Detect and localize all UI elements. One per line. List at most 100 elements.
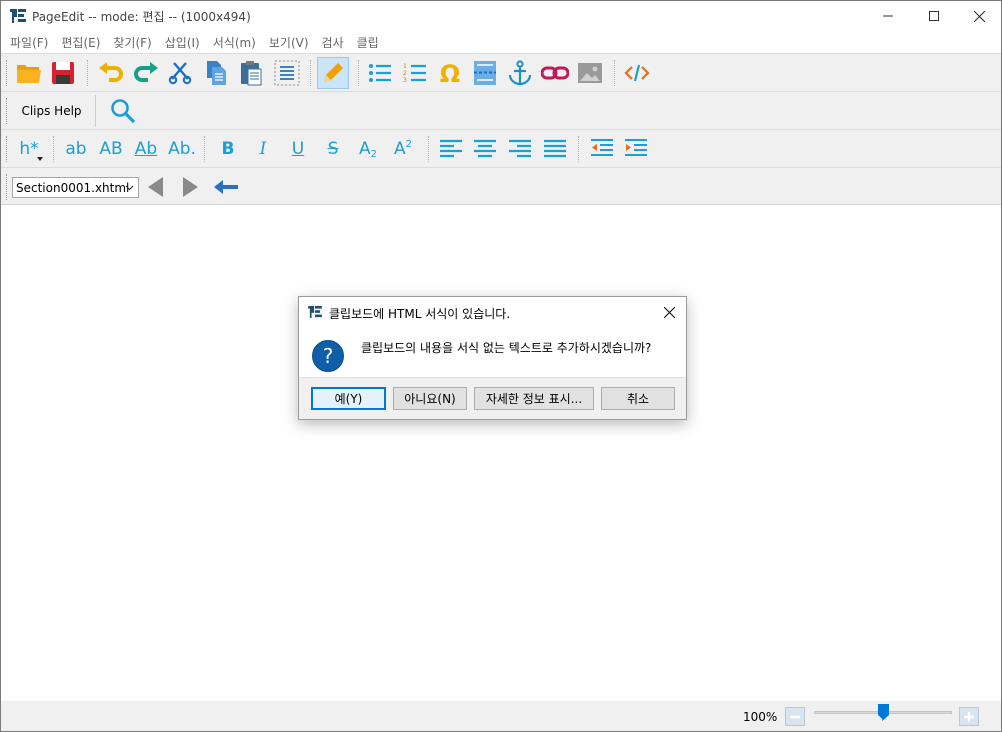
open-button[interactable] <box>13 57 45 89</box>
titlecase-button[interactable]: Ab <box>131 136 161 162</box>
dropdown-arrow-icon <box>37 157 43 161</box>
show-details-button[interactable]: 자세한 정보 표시... <box>474 387 594 410</box>
status-bar: 100% <box>1 701 1001 731</box>
svg-text:3: 3 <box>403 77 407 84</box>
save-button[interactable] <box>47 57 79 89</box>
code-view-button[interactable] <box>621 57 653 89</box>
italic-button[interactable]: I <box>248 136 278 162</box>
menu-insert[interactable]: 삽입(I) <box>160 34 205 51</box>
no-button[interactable]: 아니요(N) <box>393 387 467 410</box>
insert-file-button[interactable] <box>469 57 501 89</box>
file-select[interactable]: Section0001.xhtml <box>12 177 139 198</box>
underline-label: U <box>291 139 305 159</box>
anchor-button[interactable] <box>504 57 536 89</box>
link-button[interactable] <box>539 57 571 89</box>
bold-button[interactable]: B <box>213 136 243 162</box>
edit-mode-button[interactable] <box>317 57 349 89</box>
titlecase-label: Ab <box>134 139 158 159</box>
svg-text:2: 2 <box>403 70 407 77</box>
search-icon <box>111 99 136 124</box>
indent-icon <box>625 139 647 156</box>
app-window: PageEdit -- mode: 편집 -- (1000x494) 파일(F)… <box>0 0 1002 732</box>
clips-toolbar: Clips Help <box>1 91 1001 129</box>
svg-text:1: 1 <box>403 63 407 70</box>
select-all-button[interactable] <box>271 57 303 89</box>
maximize-button[interactable] <box>911 1 957 31</box>
cancel-button[interactable]: 취소 <box>601 387 675 410</box>
menu-inspect[interactable]: 검사 <box>317 34 349 51</box>
editor-area[interactable] <box>1 205 1001 699</box>
dialog-close-button[interactable] <box>658 301 680 323</box>
title-bar: PageEdit -- mode: 편집 -- (1000x494) <box>1 1 1001 31</box>
image-button[interactable] <box>574 57 606 89</box>
edit-pencil-icon <box>324 63 343 82</box>
toolbar-separator <box>53 136 54 162</box>
toolbar-grip[interactable] <box>6 136 8 162</box>
capitalize-button[interactable]: Ab. <box>166 136 198 162</box>
minimize-button[interactable] <box>865 1 911 31</box>
insert-file-icon <box>474 61 496 85</box>
increase-indent-button[interactable] <box>620 133 652 165</box>
uppercase-label: AB <box>99 139 123 159</box>
copy-icon <box>207 61 226 85</box>
align-left-button[interactable] <box>435 133 467 165</box>
redo-button[interactable] <box>130 57 162 89</box>
dialog-button-bar: 예(Y) 아니요(N) 자세한 정보 표시... 취소 <box>299 377 686 419</box>
zoom-out-button[interactable] <box>785 707 805 726</box>
select-all-icon <box>274 60 300 86</box>
superscript-small-label: 2 <box>405 138 412 150</box>
lowercase-button[interactable]: ab <box>61 136 91 162</box>
decrease-indent-button[interactable] <box>586 133 618 165</box>
undo-button[interactable] <box>95 57 127 89</box>
link-icon <box>541 66 569 80</box>
find-button[interactable] <box>107 95 139 127</box>
strikethrough-label: S <box>327 139 339 159</box>
svg-text:Ω: Ω <box>440 60 460 86</box>
close-window-button[interactable] <box>956 1 1002 31</box>
anchor-icon <box>508 60 532 86</box>
align-justify-icon <box>544 139 566 158</box>
heading-dropdown-button[interactable]: h* <box>13 136 45 162</box>
redo-icon <box>134 62 158 82</box>
align-right-button[interactable] <box>504 133 536 165</box>
menu-clips[interactable]: 클립 <box>352 34 384 51</box>
toolbar-grip[interactable] <box>6 174 8 200</box>
zoom-slider-thumb[interactable] <box>878 704 889 720</box>
cut-button[interactable] <box>164 57 196 89</box>
go-back-button[interactable] <box>210 171 242 203</box>
menu-edit[interactable]: 편집(E) <box>56 34 105 51</box>
zoom-in-button[interactable] <box>959 707 979 726</box>
toolbar-separator <box>614 60 615 86</box>
paste-format-dialog: 클립보드에 HTML 서식이 있습니다. ? 클립보드의 내용을 서식 없는 텍… <box>298 296 687 420</box>
menu-bar: 파일(F) 편집(E) 찾기(F) 삽입(I) 서식(m) 보기(V) 검사 클… <box>1 31 1001 53</box>
menu-file[interactable]: 파일(F) <box>5 34 53 51</box>
align-justify-button[interactable] <box>539 133 571 165</box>
superscript-button[interactable]: A2 <box>388 136 418 162</box>
toolbar-separator <box>428 136 429 162</box>
uppercase-button[interactable]: AB <box>96 136 126 162</box>
menu-format[interactable]: 서식(m) <box>208 34 261 51</box>
clips-help-button[interactable]: Clips Help <box>8 95 96 127</box>
bold-label: B <box>221 139 235 159</box>
subscript-button[interactable]: A2 <box>353 136 383 162</box>
subscript-label: A <box>358 139 371 159</box>
dialog-message: 클립보드의 내용을 서식 없는 텍스트로 추가하시겠습니까? <box>361 341 652 355</box>
align-center-button[interactable] <box>469 133 501 165</box>
bullet-list-button[interactable] <box>364 57 396 89</box>
menu-view[interactable]: 보기(V) <box>264 34 314 51</box>
paste-button[interactable] <box>235 57 267 89</box>
yes-button[interactable]: 예(Y) <box>311 387 386 410</box>
copy-button[interactable] <box>200 57 232 89</box>
strikethrough-button[interactable]: S <box>318 136 348 162</box>
close-icon <box>663 306 675 318</box>
next-file-button[interactable] <box>174 171 206 203</box>
italic-label: I <box>259 139 267 159</box>
outdent-icon <box>591 139 613 156</box>
toolbar-grip[interactable] <box>6 60 8 86</box>
special-char-button[interactable]: Ω <box>434 57 466 89</box>
menu-find[interactable]: 찾기(F) <box>108 34 156 51</box>
numbered-list-button[interactable]: 1 2 3 <box>399 57 431 89</box>
superscript-label: A <box>393 139 406 159</box>
underline-button[interactable]: U <box>283 136 313 162</box>
previous-file-button[interactable] <box>140 171 172 203</box>
